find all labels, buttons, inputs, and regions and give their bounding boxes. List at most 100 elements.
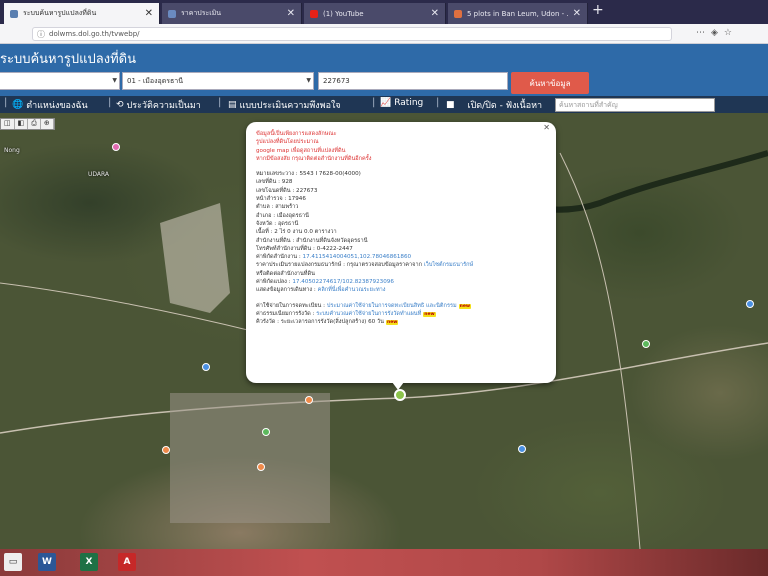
notice-line: รูปแปลงที่ดินโดยประมาณ (256, 139, 319, 146)
province-select[interactable]: ▼ (0, 72, 120, 90)
close-icon[interactable]: ✕ (287, 8, 295, 19)
tab-youtube[interactable]: (1) YouTube ✕ (304, 3, 446, 24)
menu-item-history[interactable]: ⟲ ประวัติความเป็นมา (116, 98, 201, 112)
favicon-icon (454, 9, 462, 18)
parcel-coord-link[interactable]: 17.40502274617/102.82387923096 (292, 279, 394, 285)
detail-row: ตำบล : สามพร้าว (256, 204, 299, 211)
favicon-icon (10, 9, 18, 18)
map-place-label: UDARA (88, 171, 110, 178)
detail-row: เนื้อที่ : 2 ไร่ 0 งาน 0.0 ตารางวา (256, 229, 337, 236)
price-row: ราคาประเมินรายแปลงกรมธนารักษ์ : กรุณาตรว… (256, 262, 474, 269)
search-button[interactable]: ค้นหาข้อมูล (511, 72, 589, 94)
map-poi-icon[interactable] (518, 445, 526, 453)
map-poi-icon[interactable] (112, 143, 120, 151)
map-tool-button[interactable]: ⊕ (41, 119, 54, 129)
tab-appraisal[interactable]: ราคาประเมิน ✕ (162, 3, 302, 24)
menu-label: เปิด/ปิด - ฟังเนื้อหา (467, 101, 543, 111)
youtube-icon (310, 9, 318, 18)
menu-label: ตำแหน่งของฉัน (26, 101, 88, 111)
address-bar[interactable]: ⓘ dolwms.dol.go.th/tvwebp/ (32, 27, 672, 41)
travel-link[interactable]: คลิกที่นี่เพื่อคำนวณระยะทาง (318, 287, 386, 293)
bookmark-star-icon[interactable]: ☆ (724, 28, 738, 38)
tab-title: 5 plots in Ban Leum, Udon - ... (467, 9, 569, 18)
word-icon[interactable]: W (38, 553, 56, 571)
site-header: ระบบค้นหารูปแปลงที่ดิน (0, 44, 768, 68)
map-poi-icon[interactable] (202, 363, 210, 371)
search-row: ▼ 01 - เมืองอุดรธานี ▼ 227673 (0, 68, 768, 96)
detail-row: อำเภอ : เมืองอุดรธานี (256, 212, 309, 219)
map-poi-icon[interactable] (262, 428, 270, 436)
browser-nav-bar: ⓘ dolwms.dol.go.th/tvwebp/ ⋯◈☆ (0, 24, 768, 44)
detail-row: โทรศัพท์สำนักงานที่ดิน : 0-4222-2447 (256, 245, 353, 252)
map-tool-button[interactable]: ◫ (1, 119, 15, 129)
browser-actions: ⋯◈☆ (696, 28, 738, 38)
map-toolbar: ◫ ◧ ⎙ ⊕ (0, 118, 55, 130)
menu-item-audio-toggle[interactable]: ■ เปิด/ปิด - ฟังเนื้อหา (446, 98, 542, 112)
tab-title: ราคาประเมิน (181, 9, 222, 17)
detail-row: หมายเลขระวาง : 5543 I 7628-00(4000) (256, 171, 361, 178)
close-icon[interactable]: ✕ (431, 8, 439, 19)
office-coord-link[interactable]: 17.4115414004051,102.78046861860 (303, 254, 412, 260)
menu-separator: | (436, 97, 440, 108)
close-icon[interactable]: ✕ (145, 8, 153, 19)
tab-title: (1) YouTube (323, 9, 364, 18)
service-row: คิวรังวัด : ระยะเวลารอการรังวัด(สิ่งปลูก… (256, 319, 399, 326)
start-icon[interactable]: ▭ (4, 553, 22, 571)
treasury-link[interactable]: เว็บไซต์กรมธนารักษ์ (424, 262, 473, 268)
registration-cost-link[interactable]: ประมาณค่าใช้จ่ายในการจดทะเบียนสิทธิ และน… (327, 303, 457, 309)
excel-icon[interactable]: X (80, 553, 98, 571)
info-icon[interactable]: ⓘ (37, 29, 45, 40)
map-poi-icon[interactable] (257, 463, 265, 471)
district-value: 01 - เมืองอุดรธานี (127, 76, 184, 85)
menu-separator: | (372, 97, 376, 108)
price-tail: หรือติดต่อสำนักงานที่ดิน (256, 270, 315, 277)
tab-title: ระบบค้นหารูปแปลงที่ดิน (23, 9, 97, 17)
notice-line: หากมีข้อสงสัย กรุณาติดต่อสำนักงานที่ดินอ… (256, 155, 372, 162)
new-badge: new (385, 320, 399, 326)
menu-separator: | (218, 97, 222, 108)
survey-fee-link[interactable]: ระบบคำนวณค่าใช้จ่ายในการรังวัดทำแผนที่ (316, 311, 421, 317)
notice-line: ข้อมูลนี้เป็นเพียงการแสดงลักษณะ (256, 131, 337, 137)
tab-plots[interactable]: 5 plots in Ban Leum, Udon - ... ✕ (448, 3, 588, 24)
landmark-search-input[interactable]: ค้นหาสถานที่สำคัญ (555, 98, 715, 112)
map-poi-icon[interactable] (746, 300, 754, 308)
service-row: ค่าธรรมเนียมการรังวัด : ระบบคำนวณค่าใช้จ… (256, 310, 436, 317)
detail-row: สำนักงานที่ดิน : สำนักงานที่ดินจังหวัดอุ… (256, 237, 368, 244)
detail-row: จังหวัด : อุดรธานี (256, 220, 299, 227)
service-row: ค่าใช้จ่ายในการจดทะเบียน : ประมาณค่าใช้จ… (256, 302, 472, 309)
parcel-number-input[interactable]: 227673 (318, 72, 508, 90)
more-icon[interactable]: ⋯ (696, 28, 711, 38)
menu-label: ประวัติความเป็นมา (126, 101, 201, 111)
cleared-land-shape (160, 203, 230, 313)
map-poi-icon[interactable] (305, 396, 313, 404)
menu-label: Rating (394, 98, 424, 108)
globe-icon: 🌐 (12, 100, 24, 110)
map-tool-button[interactable]: ◧ (15, 119, 29, 129)
parcel-marker-icon[interactable] (394, 389, 406, 401)
parcel-coord-row: ค่าพิกัดแปลง : 17.40502274617/102.823879… (256, 279, 394, 286)
url-text: dolwms.dol.go.th/tvwebp/ (49, 30, 140, 38)
map-poi-icon[interactable] (642, 340, 650, 348)
form-icon: ▤ (228, 100, 237, 110)
new-badge: new (423, 311, 436, 317)
office-coord-row: ค่าพิกัดสำนักงาน : 17.4115414004051,102.… (256, 254, 412, 261)
toggle-icon: ■ (446, 100, 455, 110)
chevron-down-icon: ▼ (306, 77, 311, 84)
menu-item-rating[interactable]: 📈 Rating (380, 98, 423, 108)
menu-item-survey[interactable]: ▤ แบบประเมินความพึงพอใจ (228, 98, 341, 112)
district-select[interactable]: 01 - เมืองอุดรธานี ▼ (122, 72, 314, 90)
travel-row: แสดงข้อมูลการเดินทาง : คลิกที่นี่เพื่อคำ… (256, 287, 386, 294)
chevron-down-icon: ▼ (112, 77, 117, 84)
menu-item-my-location[interactable]: 🌐 ตำแหน่งของฉัน (12, 98, 88, 112)
close-icon[interactable]: ✕ (543, 123, 550, 132)
pdf-icon[interactable]: A (118, 553, 136, 571)
town-area-shape (170, 393, 330, 523)
map-poi-icon[interactable] (162, 446, 170, 454)
map-tool-button[interactable]: ⎙ (28, 119, 41, 129)
tab-land-search[interactable]: ระบบค้นหารูปแปลงที่ดิน ✕ (4, 3, 160, 24)
close-icon[interactable]: ✕ (573, 8, 581, 19)
detail-row: หน้าสำรวจ : 17946 (256, 196, 306, 203)
chart-icon: 📈 (380, 98, 392, 108)
pocket-icon[interactable]: ◈ (711, 28, 724, 38)
new-tab-icon[interactable]: + (592, 2, 604, 18)
